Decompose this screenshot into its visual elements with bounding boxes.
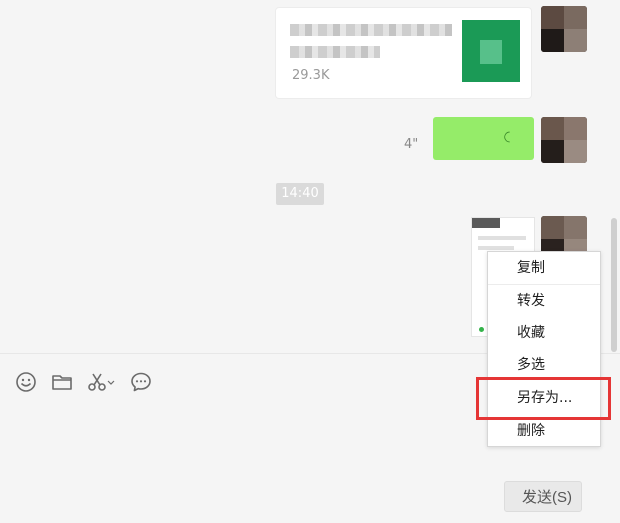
file-name-line-2	[290, 46, 380, 58]
excel-file-icon	[462, 20, 520, 82]
voice-duration: 4"	[404, 137, 419, 152]
menu-item-copy[interactable]: 复制	[488, 253, 600, 283]
chat-history-icon[interactable]	[129, 370, 153, 394]
menu-separator	[488, 284, 600, 285]
chat-scrollbar[interactable]	[611, 218, 617, 352]
avatar[interactable]	[541, 117, 587, 163]
voice-wave-icon: ◡	[501, 130, 518, 144]
file-message-bubble[interactable]: 29.3K	[276, 8, 531, 98]
menu-item-favorite[interactable]: 收藏	[488, 318, 600, 348]
folder-icon[interactable]	[50, 370, 74, 394]
file-size: 29.3K	[292, 68, 330, 83]
file-name-line-1	[290, 24, 452, 36]
emoji-icon[interactable]	[14, 370, 38, 394]
message-timestamp: 14:40	[276, 183, 324, 205]
menu-item-multi-select[interactable]: 多选	[488, 350, 600, 380]
send-button[interactable]: 发送(S)	[504, 481, 582, 512]
menu-item-delete[interactable]: 删除	[488, 416, 600, 446]
save-as-highlight	[476, 377, 611, 420]
menu-item-forward[interactable]: 转发	[488, 286, 600, 316]
voice-message-bubble[interactable]: ◡	[433, 117, 534, 160]
avatar[interactable]	[541, 6, 587, 52]
scissors-icon[interactable]	[86, 370, 116, 394]
